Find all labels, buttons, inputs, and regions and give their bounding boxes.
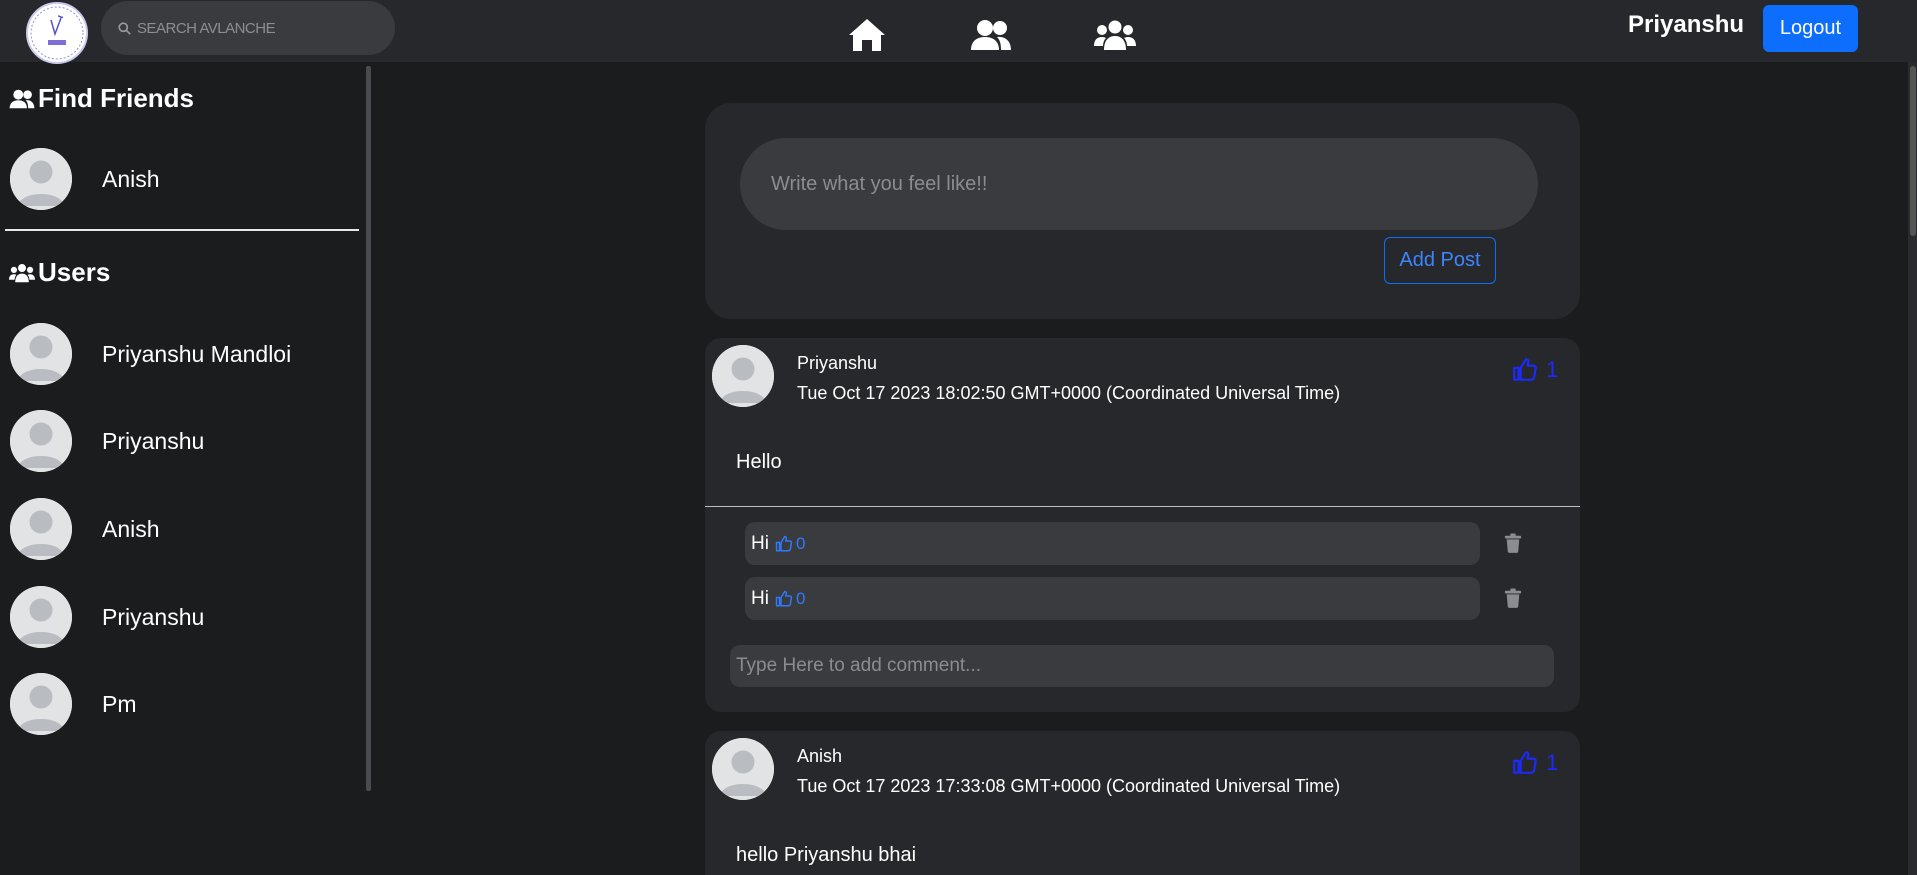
- user-item[interactable]: Pm: [10, 673, 137, 735]
- post-timestamp: Tue Oct 17 2023 17:33:08 GMT+0000 (Coord…: [797, 776, 1341, 796]
- avatar: [10, 586, 72, 648]
- comment-input[interactable]: [730, 645, 1554, 687]
- avatar: [10, 410, 72, 472]
- delete-comment-button[interactable]: [1503, 532, 1523, 554]
- users-group-icon: [1094, 20, 1136, 50]
- post-author[interactable]: Anish: [797, 746, 842, 767]
- post-like-button[interactable]: 1: [1512, 357, 1558, 383]
- avatar[interactable]: [712, 738, 774, 800]
- logout-button[interactable]: Logout: [1763, 5, 1858, 52]
- post-author[interactable]: Priyanshu: [797, 353, 877, 374]
- post-like-count: 1: [1546, 357, 1559, 382]
- comment-item: Hi 0: [745, 522, 1480, 565]
- users-title: Users: [38, 257, 111, 287]
- post-like-count: 1: [1546, 750, 1559, 775]
- comment-text: Hi: [751, 587, 769, 609]
- comment-like-count: 0: [795, 533, 806, 553]
- compose-card: Add Post: [705, 103, 1580, 319]
- page-scrollbar-thumb[interactable]: [1910, 66, 1916, 236]
- home-icon: [849, 19, 885, 51]
- user-item[interactable]: Priyanshu Mandloi: [10, 323, 291, 385]
- post-input[interactable]: [740, 138, 1538, 230]
- post-timestamp: Tue Oct 17 2023 18:02:50 GMT+0000 (Coord…: [797, 383, 1341, 403]
- post-like-button[interactable]: 1: [1512, 750, 1558, 776]
- post-card: Priyanshu Tue Oct 17 2023 18:02:50 GMT+0…: [705, 338, 1580, 712]
- avatar: [10, 673, 72, 735]
- avatar[interactable]: [712, 345, 774, 407]
- post-card: Anish Tue Oct 17 2023 17:33:08 GMT+0000 …: [705, 731, 1580, 875]
- sidebar-scrollbar[interactable]: [366, 66, 371, 791]
- users-heading: Users: [9, 257, 110, 288]
- comment-text: Hi: [751, 532, 769, 554]
- thumbs-up-icon: [1512, 357, 1538, 383]
- thumbs-up-icon: [1512, 750, 1538, 776]
- user-item[interactable]: Priyanshu: [10, 410, 204, 472]
- user-item[interactable]: Priyanshu: [10, 586, 204, 648]
- post-content: hello Priyanshu bhai: [736, 844, 917, 866]
- nav-users[interactable]: [1093, 15, 1137, 55]
- user-name: Priyanshu Mandloi: [102, 340, 292, 367]
- friends-icon: [971, 20, 1011, 50]
- user-item[interactable]: Anish: [10, 498, 160, 560]
- comment-like-count: 0: [795, 588, 806, 608]
- delete-comment-button[interactable]: [1503, 587, 1523, 609]
- avatar: [10, 498, 72, 560]
- avatar: [10, 323, 72, 385]
- trash-icon: [1504, 588, 1522, 608]
- post-divider: [705, 506, 1580, 507]
- comment-like-button[interactable]: 0: [775, 534, 805, 554]
- user-name: Anish: [102, 515, 160, 542]
- user-name: Priyanshu: [102, 427, 205, 454]
- user-name: Priyanshu: [102, 603, 205, 630]
- trash-icon: [1504, 533, 1522, 553]
- comment-like-button[interactable]: 0: [775, 589, 805, 609]
- add-post-button[interactable]: Add Post: [1384, 237, 1496, 284]
- users-group-icon: [9, 263, 35, 282]
- nav-home[interactable]: [845, 15, 889, 55]
- user-name: Pm: [102, 690, 137, 717]
- comment-item: Hi 0: [745, 577, 1480, 620]
- nav-friends[interactable]: [969, 15, 1013, 55]
- current-username: Priyanshu: [1628, 11, 1745, 38]
- post-content: Hello: [736, 451, 782, 473]
- thumbs-up-icon: [775, 590, 793, 608]
- thumbs-up-icon: [775, 535, 793, 553]
- users-section: Users Priyanshu Mandloi Priyanshu Anish …: [0, 0, 365, 735]
